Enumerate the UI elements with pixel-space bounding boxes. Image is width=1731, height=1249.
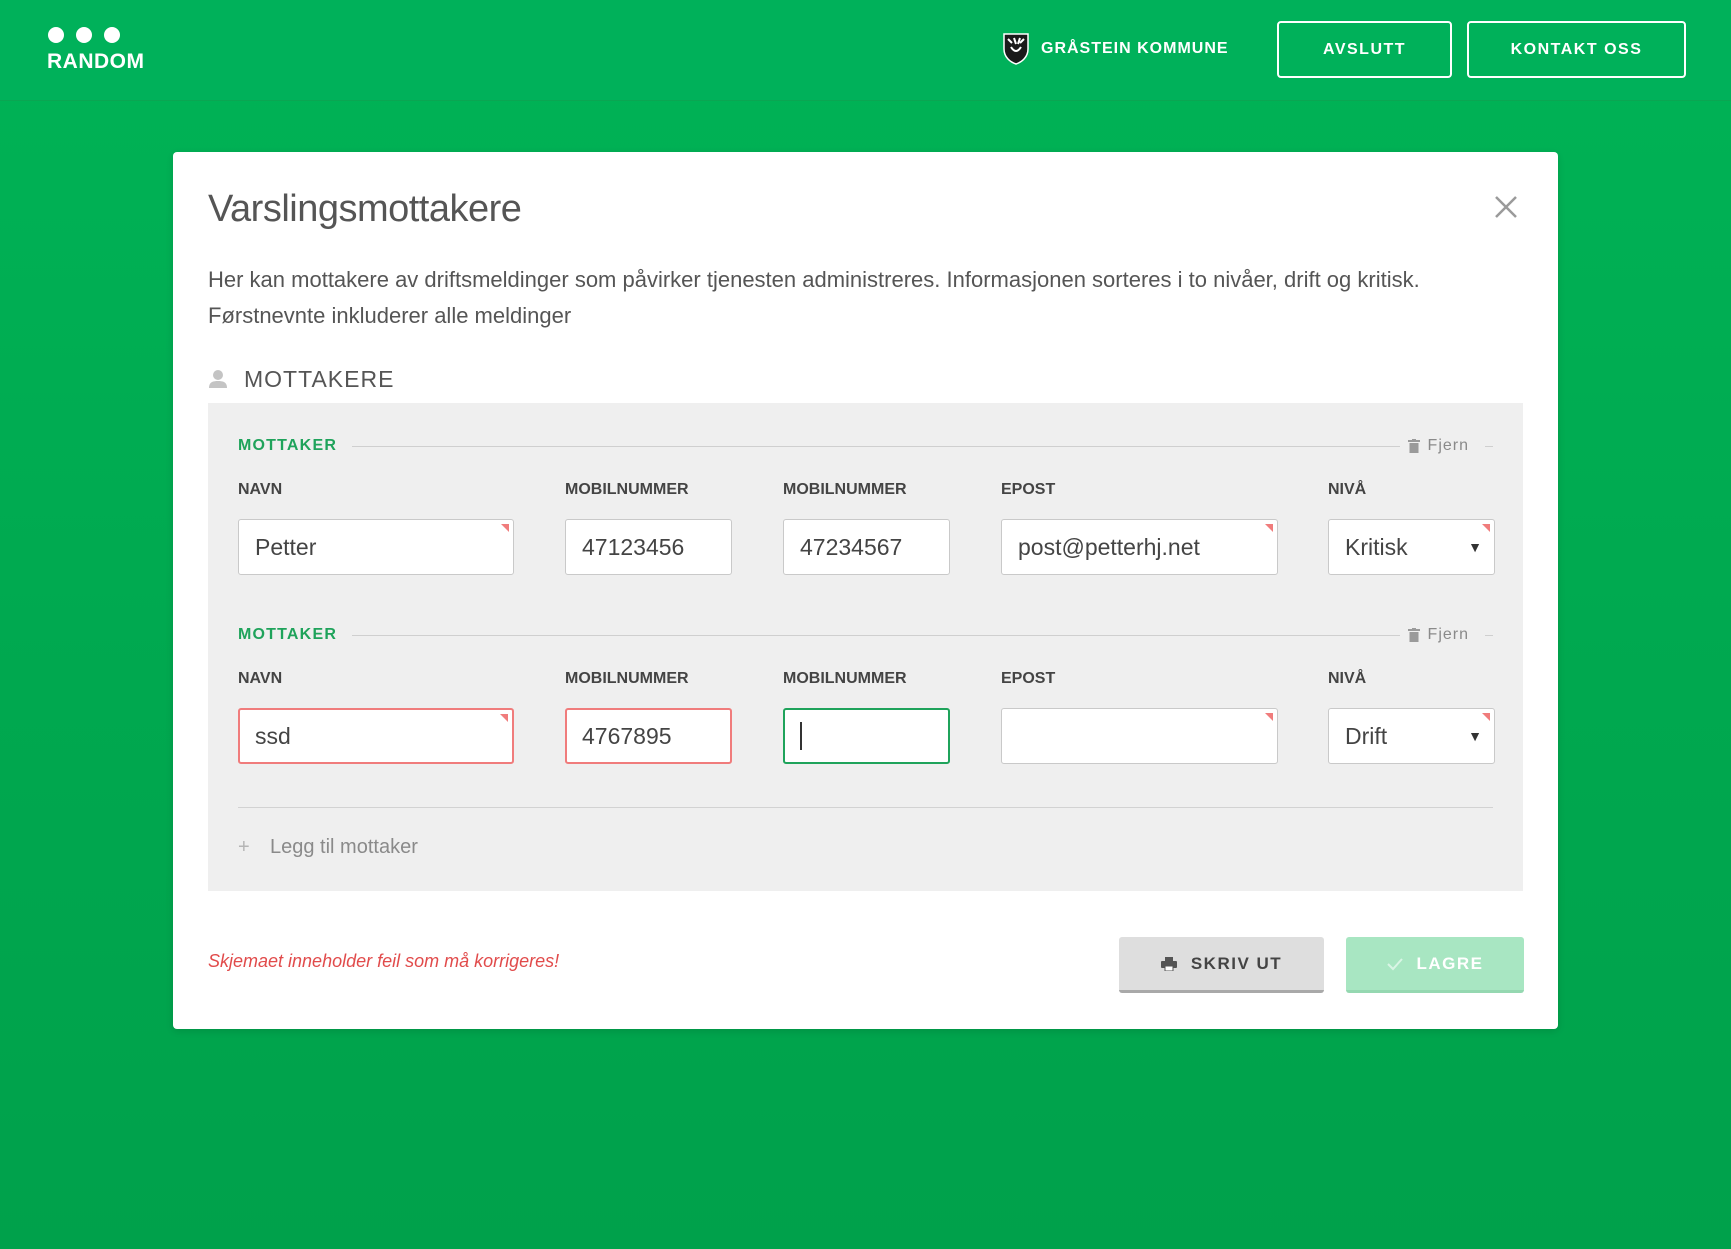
triangle-down-icon: ▼ xyxy=(1468,728,1482,744)
required-marker xyxy=(500,714,508,722)
mobilnummer-2-field: MOBILNUMMER 47234567 xyxy=(783,479,950,575)
required-marker xyxy=(501,524,509,532)
trash-icon xyxy=(1407,628,1420,642)
modal-title: Varslingsmottakere xyxy=(208,188,522,230)
plus-icon: + xyxy=(238,835,250,858)
trash-icon xyxy=(1407,439,1420,453)
save-button[interactable]: LAGRE xyxy=(1346,937,1524,993)
top-header: RANDOM GRÅSTEIN KOMMUNE AVSLUTT KONTAKT … xyxy=(0,0,1731,101)
mobilnummer-value: 47123456 xyxy=(582,533,685,560)
navn-label: NAVN xyxy=(238,670,283,687)
print-label: SKRIV UT xyxy=(1190,953,1283,973)
printer-icon xyxy=(1160,956,1177,971)
recipient-card: MOTTAKER Fjern NAVN Petter MOBILNUMMER 4… xyxy=(238,434,1495,604)
niva-value: Kritisk xyxy=(1345,533,1408,560)
niva-value: Drift xyxy=(1345,722,1388,749)
epost-field: EPOST xyxy=(1001,668,1278,764)
section-title: MOTTAKERE xyxy=(244,365,395,392)
mobilnummer-input[interactable]: 47123456 xyxy=(565,519,732,575)
recipients-panel: MOTTAKER Fjern NAVN Petter MOBILNUMMER 4… xyxy=(208,403,1523,891)
epost-label: EPOST xyxy=(1001,481,1056,498)
required-marker xyxy=(1265,713,1273,721)
recipient-header: MOTTAKER Fjern xyxy=(238,434,1493,458)
niva-field: NIVÅ Kritisk ▼ xyxy=(1328,479,1495,575)
recipient-card: MOTTAKER Fjern NAVN ssd MOBILNUMMER 4767… xyxy=(238,623,1495,793)
recipient-title: MOTTAKER xyxy=(238,626,338,643)
epost-input[interactable]: post@petterhj.net xyxy=(1001,519,1278,575)
navn-input[interactable]: Petter xyxy=(238,519,514,575)
navn-field: NAVN Petter xyxy=(238,479,514,575)
modal-description: Her kan mottakere av driftsmeldinger som… xyxy=(208,267,1420,328)
navn-value: ssd xyxy=(255,722,291,749)
avslutt-button[interactable]: AVSLUTT xyxy=(1277,21,1452,78)
mobilnummer-2-input[interactable] xyxy=(783,708,950,764)
save-label: LAGRE xyxy=(1416,953,1484,973)
recipient-title: MOTTAKER xyxy=(238,437,338,454)
user-icon xyxy=(209,370,227,388)
niva-label: NIVÅ xyxy=(1328,670,1367,687)
navn-field: NAVN ssd xyxy=(238,668,514,764)
close-icon xyxy=(1495,196,1517,218)
epost-value: post@petterhj.net xyxy=(1018,533,1200,560)
navn-input[interactable]: ssd xyxy=(238,708,514,764)
required-marker xyxy=(1482,524,1490,532)
divider xyxy=(352,634,1400,636)
niva-select[interactable]: Drift ▼ xyxy=(1328,708,1495,764)
mobilnummer-field: MOBILNUMMER 4767895 xyxy=(565,668,732,764)
kommune-name: GRÅSTEIN KOMMUNE xyxy=(1041,40,1229,57)
form-error-message: Skjemaet inneholder feil som må korriger… xyxy=(208,951,560,971)
epost-field: EPOST post@petterhj.net xyxy=(1001,479,1278,575)
random-logo[interactable]: RANDOM xyxy=(47,27,145,74)
remove-recipient-button[interactable]: Fjern xyxy=(1407,437,1493,455)
niva-select[interactable]: Kritisk ▼ xyxy=(1328,519,1495,575)
add-recipient-button[interactable]: + Legg til mottaker xyxy=(238,833,418,861)
mobilnummer-input[interactable]: 4767895 xyxy=(565,708,732,764)
mobilnummer-2-label: MOBILNUMMER xyxy=(783,481,907,498)
navn-value: Petter xyxy=(255,533,317,560)
mobilnummer-2-label: MOBILNUMMER xyxy=(783,670,907,687)
mobilnummer-2-value: 47234567 xyxy=(800,533,903,560)
required-marker xyxy=(1482,713,1490,721)
section-header-mottakere: MOTTAKERE xyxy=(208,364,394,394)
navn-label: NAVN xyxy=(238,481,283,498)
epost-input[interactable] xyxy=(1001,708,1278,764)
divider xyxy=(1485,445,1493,447)
kommune-crest-icon xyxy=(1003,33,1029,65)
triangle-down-icon: ▼ xyxy=(1468,539,1482,555)
divider xyxy=(1485,634,1493,636)
niva-label: NIVÅ xyxy=(1328,481,1367,498)
kommune-info: GRÅSTEIN KOMMUNE xyxy=(1003,32,1229,66)
print-button[interactable]: SKRIV UT xyxy=(1119,937,1324,993)
remove-label: Fjern xyxy=(1427,437,1469,454)
mobilnummer-label: MOBILNUMMER xyxy=(565,481,689,498)
logo-text: RANDOM xyxy=(47,50,145,73)
mobilnummer-2-field: MOBILNUMMER xyxy=(783,668,950,764)
divider xyxy=(238,807,1493,808)
mobilnummer-2-input[interactable]: 47234567 xyxy=(783,519,950,575)
mobilnummer-label: MOBILNUMMER xyxy=(565,670,689,687)
epost-label: EPOST xyxy=(1001,670,1056,687)
recipient-header: MOTTAKER Fjern xyxy=(238,623,1493,647)
add-recipient-label: Legg til mottaker xyxy=(270,835,418,858)
remove-recipient-button[interactable]: Fjern xyxy=(1407,626,1493,644)
remove-label: Fjern xyxy=(1427,626,1469,643)
kontakt-oss-button[interactable]: KONTAKT OSS xyxy=(1467,21,1686,78)
varslingsmottakere-modal: Varslingsmottakere Her kan mottakere av … xyxy=(173,152,1558,1029)
divider xyxy=(352,445,1400,447)
mobilnummer-value: 4767895 xyxy=(582,722,672,749)
required-marker xyxy=(1265,524,1273,532)
close-button[interactable] xyxy=(1491,192,1521,222)
mobilnummer-field: MOBILNUMMER 47123456 xyxy=(565,479,732,575)
check-icon xyxy=(1386,957,1403,970)
text-caret xyxy=(800,722,802,750)
three-dots-logo-icon xyxy=(48,27,145,43)
niva-field: NIVÅ Drift ▼ xyxy=(1328,668,1495,764)
